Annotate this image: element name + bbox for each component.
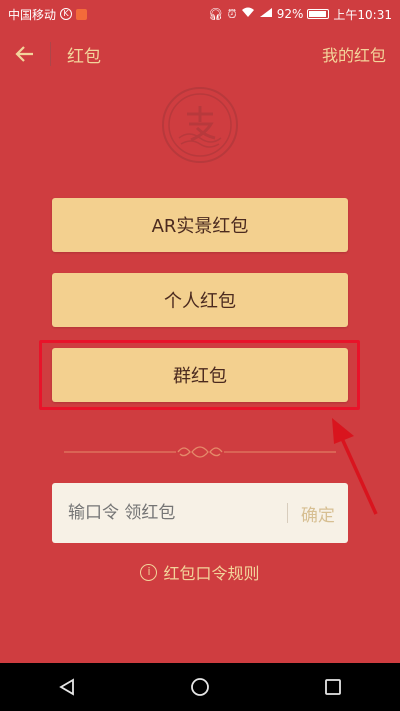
rules-label: 红包口令规则 [163,564,260,583]
page-title: 红包 [67,46,101,67]
status-left: 中国移动 K [8,6,88,23]
back-arrow-icon [15,46,33,62]
nav-recents-button[interactable] [303,663,363,711]
status-right: 🎧︎ ⏰︎ 92% 上午10:31 [208,6,392,23]
nav-home-button[interactable] [170,663,230,711]
k-icon: K [60,8,73,20]
circle-home-icon [191,678,209,696]
back-button[interactable] [0,28,50,80]
red-packet-code-rules-link[interactable]: i 红包口令规则 [0,560,400,584]
notification-icon [76,8,88,20]
info-icon: i [140,563,158,581]
ornament-divider [64,446,336,458]
headphone-icon: 🎧︎ [208,7,224,21]
annotation-arrow-icon [332,418,378,515]
red-packet-code-box: 确定 [52,483,348,543]
battery-icon [307,9,330,19]
highlight-annotation-box [39,340,360,410]
square-recents-icon [325,679,342,695]
my-red-packets-link[interactable]: 我的红包 [322,42,386,66]
alipay-seal-icon [162,87,238,163]
triangle-back-icon [58,678,74,696]
signal-icon [259,7,273,21]
battery-percent: 92% [276,7,304,21]
header-divider [50,42,51,66]
ar-red-packet-button[interactable]: AR实景红包 [52,198,348,252]
app-header: 红包 我的红包 [0,28,400,80]
wifi-icon [241,7,255,21]
nav-back-button[interactable] [37,663,97,711]
clock: 上午10:31 [333,7,392,22]
status-bar: 中国移动 K 🎧︎ ⏰︎ 92% 上午10:31 [0,0,400,28]
code-input[interactable] [52,483,287,543]
alarm-icon: ⏰︎ [227,6,237,21]
carrier-label: 中国移动 [8,7,57,22]
system-nav-bar [0,663,400,711]
personal-red-packet-button[interactable]: 个人红包 [52,273,348,327]
